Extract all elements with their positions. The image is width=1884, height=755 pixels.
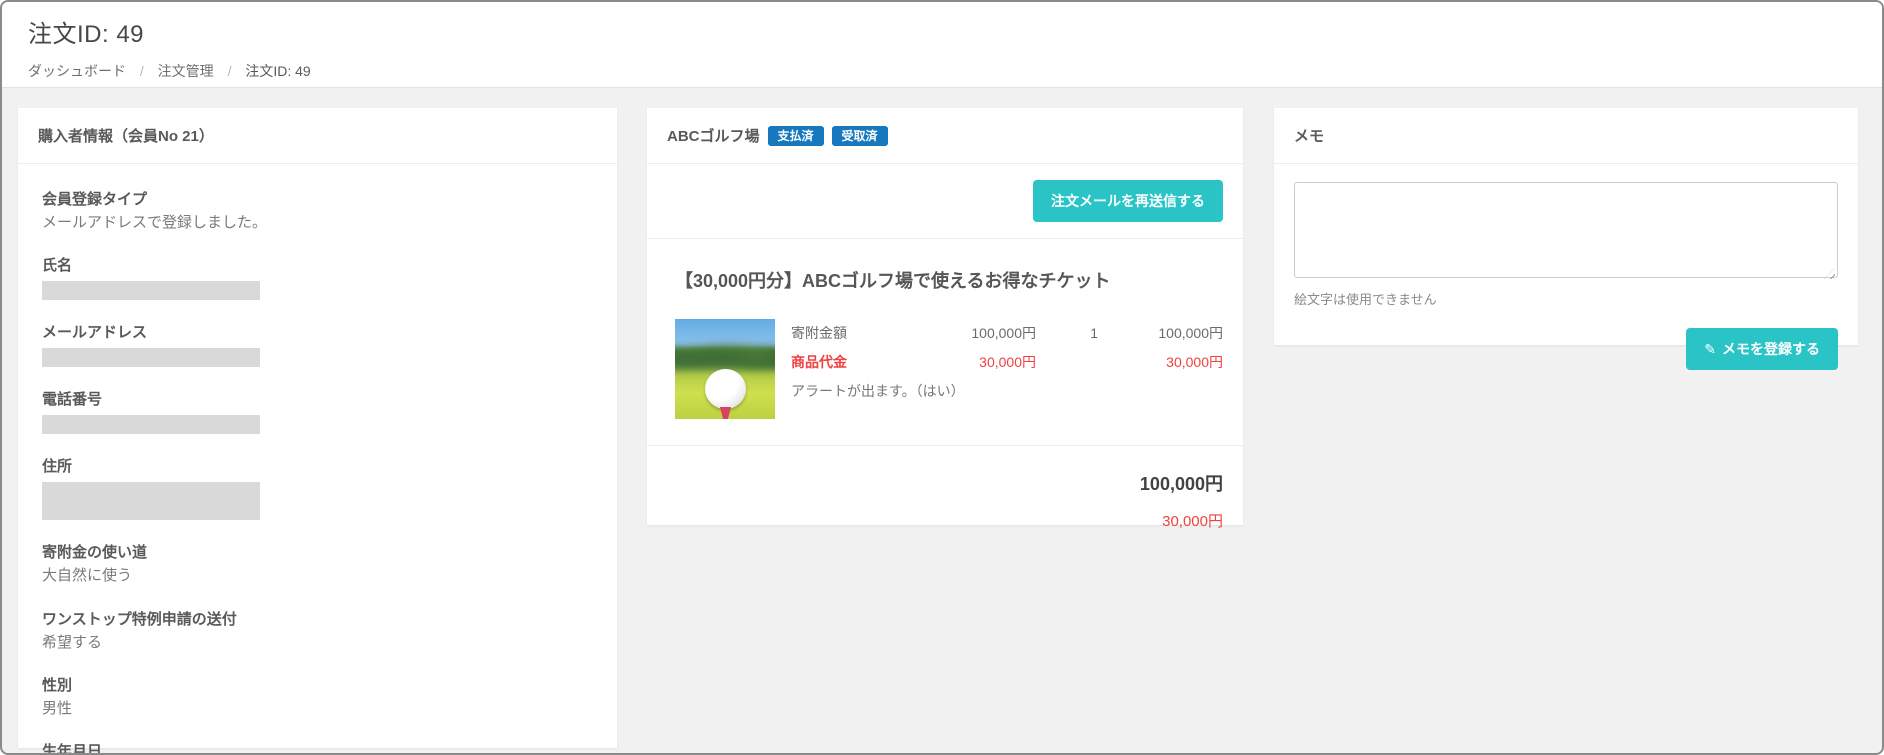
field-value: メールアドレスで登録しました。	[42, 214, 268, 231]
field-address: 住所	[42, 455, 593, 521]
golf-image-trees	[675, 343, 775, 371]
field-value: 男性	[42, 699, 73, 717]
field-registration-type: 会員登録タイプ メールアドレスで登録しました。	[42, 188, 593, 233]
purchaser-info-title: 購入者情報（会員No 21）	[18, 108, 617, 164]
product-note: アラートが出ます。（はい）	[791, 383, 965, 399]
purchaser-info-card: 購入者情報（会員No 21） 会員登録タイプ メールアドレスで登録しました。 氏…	[18, 108, 617, 753]
shop-name: ABCゴルフ場	[667, 128, 760, 145]
breadcrumb: ダッシュボード / 注文管理 / 注文ID: 49	[28, 61, 1882, 81]
field-phone: 電話番号	[42, 388, 593, 435]
purchaser-info-body: 会員登録タイプ メールアドレスで登録しました。 氏名 メールアドレス 電話番号 …	[18, 164, 617, 755]
field-birthdate: 生年月日 1983/1/1	[42, 740, 593, 755]
table-row-product-price: 商品代金 30,000円 30,000円	[791, 352, 1223, 372]
table-row-donation: 寄附金額 100,000円 1 100,000円	[791, 323, 1223, 343]
field-gender: 性別 男性	[42, 674, 593, 719]
field-value: 希望する	[42, 633, 103, 651]
totals-section: 100,000円 30,000円	[647, 445, 1243, 551]
field-label: ワンストップ特例申請の送付	[42, 610, 237, 628]
redacted-value	[42, 482, 260, 521]
field-value: 大自然に使う	[42, 567, 133, 585]
memo-textarea-wrap	[1294, 182, 1838, 283]
breadcrumb-separator: /	[139, 63, 144, 79]
field-label: 電話番号	[42, 391, 103, 409]
order-card: ABCゴルフ場 支払済 受取済 注文メールを再送信する 【30,000円分】AB…	[647, 108, 1243, 530]
status-badge-paid: 支払済	[767, 125, 824, 146]
product-title: 【30,000円分】ABCゴルフ場で使えるお得なチケット	[675, 271, 1111, 291]
field-email: メールアドレス	[42, 321, 593, 368]
golf-image-ball	[705, 369, 746, 409]
breadcrumb-separator: /	[227, 63, 232, 79]
memo-button-row: ✎ メモを登録する	[1294, 328, 1838, 370]
breadcrumb-dashboard[interactable]: ダッシュボード	[28, 63, 126, 79]
field-onestop-application: ワンストップ特例申請の送付 希望する	[42, 608, 593, 653]
field-label: 会員登録タイプ	[42, 191, 148, 208]
memo-card: メモ 絵文字は使用できません ✎ メモを登録する	[1274, 108, 1858, 370]
golf-image-tee	[720, 407, 731, 419]
page-header: 注文ID: 49 ダッシュボード / 注文管理 / 注文ID: 49	[2, 2, 1882, 88]
product-section: 【30,000円分】ABCゴルフ場で使えるお得なチケット 寄附金額 100,00…	[647, 239, 1243, 445]
row-label: 寄附金額	[791, 325, 847, 341]
breadcrumb-current-order: 注文ID: 49	[245, 63, 311, 79]
donation-total: 100,000円	[1139, 474, 1223, 494]
field-name: 氏名	[42, 254, 593, 301]
row-amount: 100,000円	[1158, 325, 1223, 341]
pencil-icon: ✎	[1704, 341, 1716, 357]
content-area: 購入者情報（会員No 21） 会員登録タイプ メールアドレスで登録しました。 氏…	[2, 88, 1882, 753]
row-unit-price: 100,000円	[971, 325, 1036, 341]
redacted-value	[42, 281, 260, 301]
memo-textarea[interactable]	[1294, 182, 1838, 278]
memo-card-title: メモ	[1274, 108, 1858, 164]
row-unit-price: 30,000円	[979, 354, 1036, 370]
order-detail-page: 注文ID: 49 ダッシュボード / 注文管理 / 注文ID: 49 購入者情報…	[0, 0, 1884, 755]
product-image-golf-ball	[675, 319, 775, 419]
resend-order-mail-button[interactable]: 注文メールを再送信する	[1033, 180, 1223, 222]
product-total: 30,000円	[1162, 513, 1223, 530]
field-label: 寄附金の使い道	[42, 544, 148, 562]
redacted-value	[42, 348, 260, 368]
page-title: 注文ID: 49	[28, 21, 145, 48]
field-donation-use: 寄附金の使い道 大自然に使う	[42, 541, 593, 586]
status-badge-received: 受取済	[831, 125, 888, 146]
breadcrumb-order-management[interactable]: 注文管理	[158, 63, 214, 79]
resend-mail-row: 注文メールを再送信する	[647, 164, 1243, 239]
order-card-header: ABCゴルフ場 支払済 受取済	[647, 108, 1243, 164]
register-memo-button[interactable]: ✎ メモを登録する	[1686, 328, 1838, 370]
field-label: 氏名	[42, 257, 73, 275]
redacted-value	[42, 415, 260, 435]
memo-body: 絵文字は使用できません ✎ メモを登録する	[1274, 164, 1858, 392]
item-price-table: 寄附金額 100,000円 1 100,000円 商品代金 30,000円 30…	[791, 319, 1223, 419]
row-label: 商品代金	[791, 354, 847, 370]
memo-helper-text: 絵文字は使用できません	[1294, 292, 1437, 307]
row-amount: 30,000円	[1166, 354, 1223, 370]
field-label: 住所	[42, 458, 73, 476]
register-memo-label: メモを登録する	[1722, 341, 1820, 357]
row-quantity: 1	[1090, 325, 1098, 341]
field-label: 生年月日	[42, 743, 103, 755]
field-label: 性別	[42, 676, 73, 694]
product-row: 寄附金額 100,000円 1 100,000円 商品代金 30,000円 30…	[675, 319, 1223, 419]
field-label: メールアドレス	[42, 324, 148, 342]
